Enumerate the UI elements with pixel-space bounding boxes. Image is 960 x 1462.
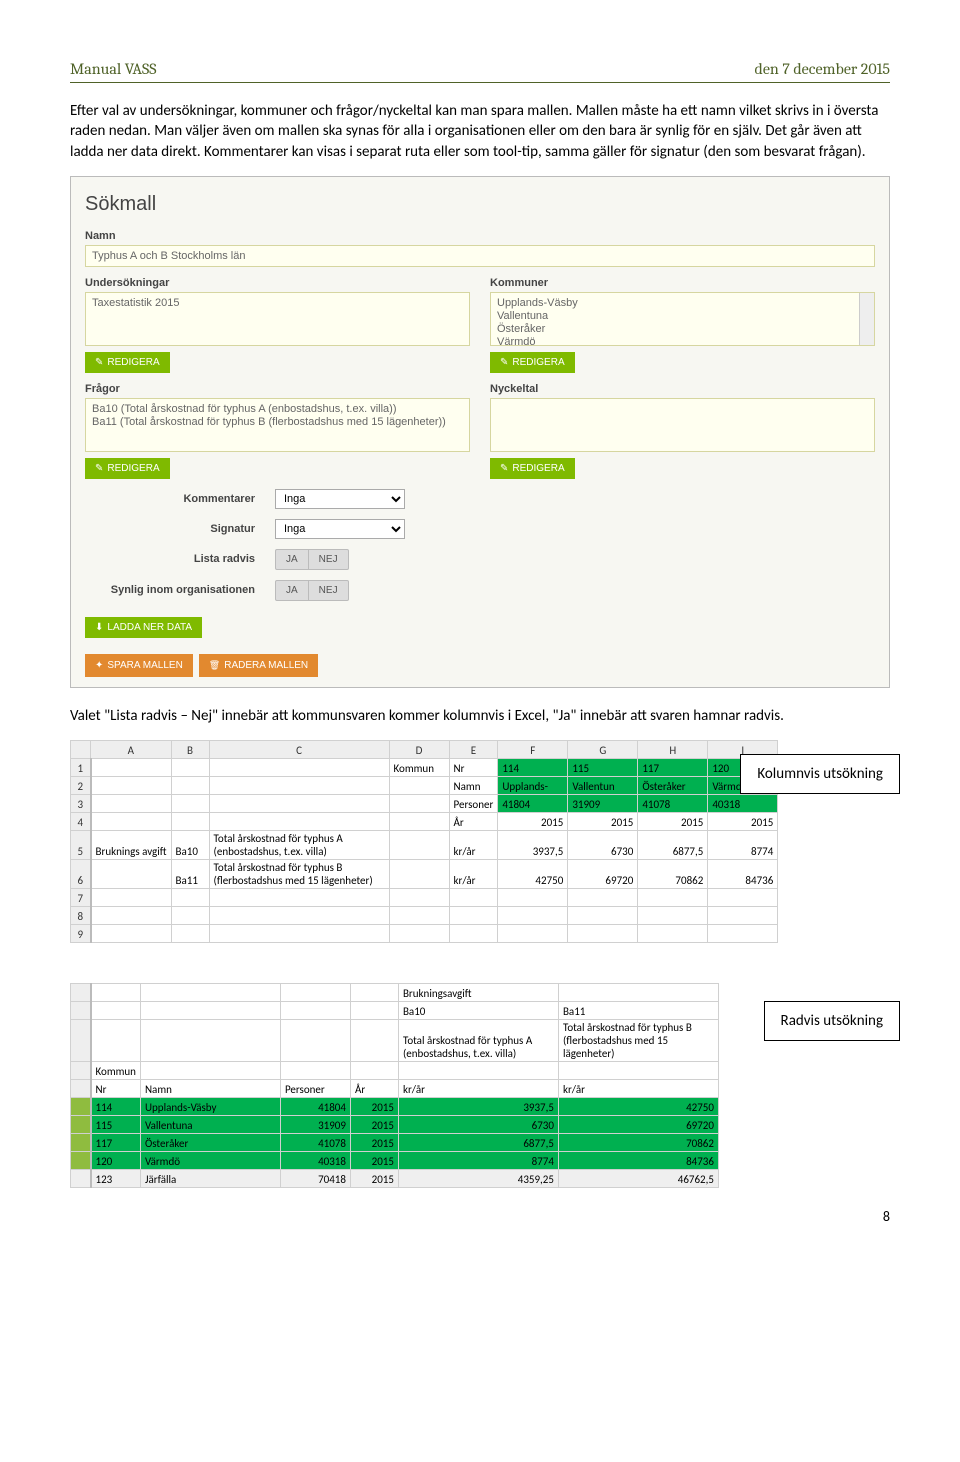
kommentarer-label: Kommentarer — [85, 493, 275, 505]
excel-radvis-wrap: BrukningsavgiftBa10Ba11Total årskostnad … — [70, 983, 890, 1188]
redigera-kommuner-button[interactable]: REDIGERA — [490, 352, 575, 373]
name-input[interactable] — [85, 245, 875, 267]
paragraph-2: Valet "Lista radvis – Nej" innebär att k… — [70, 706, 890, 726]
callout-kolumnvis: Kolumnvis utsökning — [740, 754, 900, 794]
synlig-nej-button[interactable]: NEJ — [309, 580, 349, 601]
pencil-icon — [500, 357, 508, 368]
page-number: 8 — [70, 1208, 890, 1225]
excel-kolumnvis: ABCDEFGHI1KommunNr1141151171202NamnUppla… — [70, 740, 778, 943]
kommentarer-select[interactable]: Inga — [275, 489, 405, 509]
redigera-nyckeltal-button[interactable]: REDIGERA — [490, 458, 575, 479]
fragor-label: Frågor — [85, 383, 470, 395]
paragraph-1: Efter val av undersökningar, kommuner oc… — [70, 101, 890, 162]
excel-radvis: BrukningsavgiftBa10Ba11Total årskostnad … — [70, 983, 719, 1188]
name-label: Namn — [85, 230, 875, 242]
callout-radvis: Radvis utsökning — [764, 1001, 900, 1041]
synlig-label: Synlig inom organisationen — [85, 584, 275, 596]
pencil-icon — [500, 463, 508, 474]
lista-radvis-label: Lista radvis — [85, 553, 275, 565]
spara-mallen-button[interactable]: SPARA MALLEN — [85, 654, 193, 677]
synlig-toggle[interactable]: JA NEJ — [275, 580, 349, 601]
save-icon — [95, 660, 103, 671]
lista-radvis-toggle[interactable]: JA NEJ — [275, 549, 349, 570]
redigera-fragor-button[interactable]: REDIGERA — [85, 458, 170, 479]
form-title: Sökmall — [85, 193, 875, 216]
nyckeltal-list[interactable] — [490, 398, 875, 452]
sokmall-form: Sökmall Namn Undersökningar Taxestatisti… — [70, 176, 890, 688]
pencil-icon — [95, 357, 103, 368]
lista-ja-button[interactable]: JA — [275, 549, 309, 570]
kommuner-label: Kommuner — [490, 277, 875, 289]
fragor-list[interactable]: Ba10 (Total årskostnad för typhus A (enb… — [85, 398, 470, 452]
synlig-ja-button[interactable]: JA — [275, 580, 309, 601]
undersokningar-list[interactable]: Taxestatistik 2015 — [85, 292, 470, 346]
download-icon — [95, 622, 103, 633]
trash-icon — [209, 660, 220, 671]
excel-kolumnvis-wrap: ABCDEFGHI1KommunNr1141151171202NamnUppla… — [70, 740, 890, 943]
signatur-label: Signatur — [85, 523, 275, 535]
nyckeltal-label: Nyckeltal — [490, 383, 875, 395]
header-left: Manual VASS — [70, 60, 157, 78]
ladda-ner-button[interactable]: LADDA NER DATA — [85, 617, 202, 638]
header-right: den 7 december 2015 — [755, 60, 891, 78]
lista-nej-button[interactable]: NEJ — [309, 549, 349, 570]
radera-mallen-button[interactable]: RADERA MALLEN — [199, 654, 318, 677]
redigera-undersokningar-button[interactable]: REDIGERA — [85, 352, 170, 373]
header-divider — [70, 82, 890, 83]
undersokningar-label: Undersökningar — [85, 277, 470, 289]
signatur-select[interactable]: Inga — [275, 519, 405, 539]
pencil-icon — [95, 463, 103, 474]
kommuner-list[interactable]: Upplands-Väsby Vallentuna Österåker Värm… — [490, 292, 875, 346]
